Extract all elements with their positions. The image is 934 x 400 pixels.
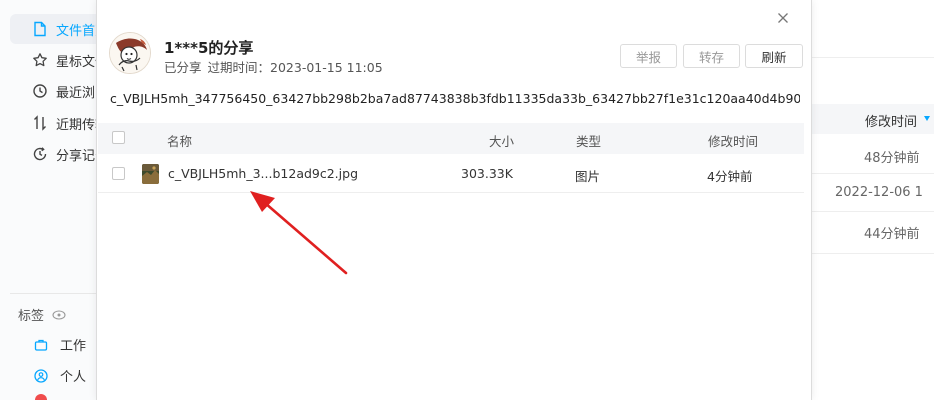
background-row-modified: 48分钟前 <box>864 151 920 166</box>
person-icon <box>34 368 48 383</box>
background-column-header[interactable]: 修改时间 <box>812 104 934 134</box>
sidebar-item-home[interactable]: 文件首页 <box>10 14 98 44</box>
sidebar: 文件首页 星标文件 最近浏览 近期传输 分享记录 标签 工作 个人 <box>0 0 98 400</box>
sidebar-divider <box>10 293 97 294</box>
sidebar-item-label: 最近浏览 <box>56 85 98 101</box>
background-row-modified: 2022-12-06 1 <box>835 185 923 200</box>
background-column-modified: 修改时间 <box>865 115 918 130</box>
sidebar-item-transfers[interactable]: 近期传输 <box>10 108 98 138</box>
select-all-checkbox[interactable] <box>112 131 125 144</box>
sidebar-item-starred[interactable]: 星标文件 <box>10 45 98 75</box>
background-table-row[interactable]: 44分钟前 <box>812 212 934 250</box>
background-table-row[interactable]: 2022-12-06 1 <box>812 174 934 212</box>
file-modified: 4分钟前 <box>707 169 753 184</box>
file-icon <box>32 21 48 37</box>
background-divider <box>812 57 934 58</box>
background-table-row[interactable]: 48分钟前 <box>812 136 934 174</box>
file-size: 303.33K <box>461 166 513 181</box>
star-icon <box>32 52 48 68</box>
tag-item-personal[interactable]: 个人 <box>34 366 86 385</box>
sidebar-item-label: 近期传输 <box>56 117 98 133</box>
briefcase-icon <box>34 339 48 351</box>
expiry-label: 过期时间： <box>207 60 271 75</box>
avatar <box>109 32 151 74</box>
sort-down-icon <box>924 116 930 121</box>
file-row[interactable]: c_VBJLH5mh_3...b12ad9c2.jpg 303.33K 图片 4… <box>98 155 804 193</box>
refresh-button[interactable]: 刷新 <box>745 44 803 68</box>
file-list-header: 名称 大小 类型 修改时间 <box>98 123 804 154</box>
column-modified[interactable]: 修改时间 <box>708 131 758 150</box>
file-type: 图片 <box>575 169 601 184</box>
sidebar-item-label: 星标文件 <box>56 54 98 70</box>
share-dialog: 1***5的分享 已分享 过期时间：2023-01-15 11:05 举报 转存 … <box>96 0 812 400</box>
sidebar-item-recent[interactable]: 最近浏览 <box>10 76 98 106</box>
background-divider <box>812 253 934 254</box>
history-icon <box>32 83 48 99</box>
tags-label: 标签 <box>18 309 45 324</box>
sidebar-item-label: 分享记录 <box>56 148 98 164</box>
transfer-icon <box>32 115 48 131</box>
sidebar-item-label: 文件首页 <box>56 23 98 39</box>
file-name[interactable]: c_VBJLH5mh_3...b12ad9c2.jpg <box>168 166 358 181</box>
share-title: 1***5的分享 <box>164 39 254 57</box>
background-row-modified: 44分钟前 <box>864 227 920 242</box>
image-thumbnail <box>142 164 159 184</box>
column-type[interactable]: 类型 <box>576 131 601 150</box>
share-status: 已分享 <box>164 60 202 75</box>
share-link-text: c_VBJLH5mh_347756450_63427bb298b2ba7ad87… <box>110 91 800 106</box>
eye-icon[interactable] <box>52 308 66 322</box>
save-to-drive-button[interactable]: 转存 <box>683 44 740 68</box>
expiry-value: 2023-01-15 11:05 <box>270 60 383 75</box>
tag-label: 个人 <box>60 370 87 385</box>
sidebar-item-shares[interactable]: 分享记录 <box>10 139 98 169</box>
avatar-illustration <box>110 33 150 73</box>
tag-item-work[interactable]: 工作 <box>34 335 86 354</box>
file-checkbox[interactable] <box>112 167 125 180</box>
tag-label: 工作 <box>60 339 87 354</box>
close-icon <box>778 13 788 23</box>
close-button[interactable] <box>774 9 792 27</box>
share-history-icon <box>32 146 48 162</box>
share-meta: 已分享 过期时间：2023-01-15 11:05 <box>164 57 383 76</box>
column-name[interactable]: 名称 <box>167 131 192 150</box>
tags-header: 标签 <box>18 305 66 324</box>
column-size[interactable]: 大小 <box>489 131 514 150</box>
tag-color-dot <box>35 394 47 400</box>
report-button[interactable]: 举报 <box>620 44 677 68</box>
